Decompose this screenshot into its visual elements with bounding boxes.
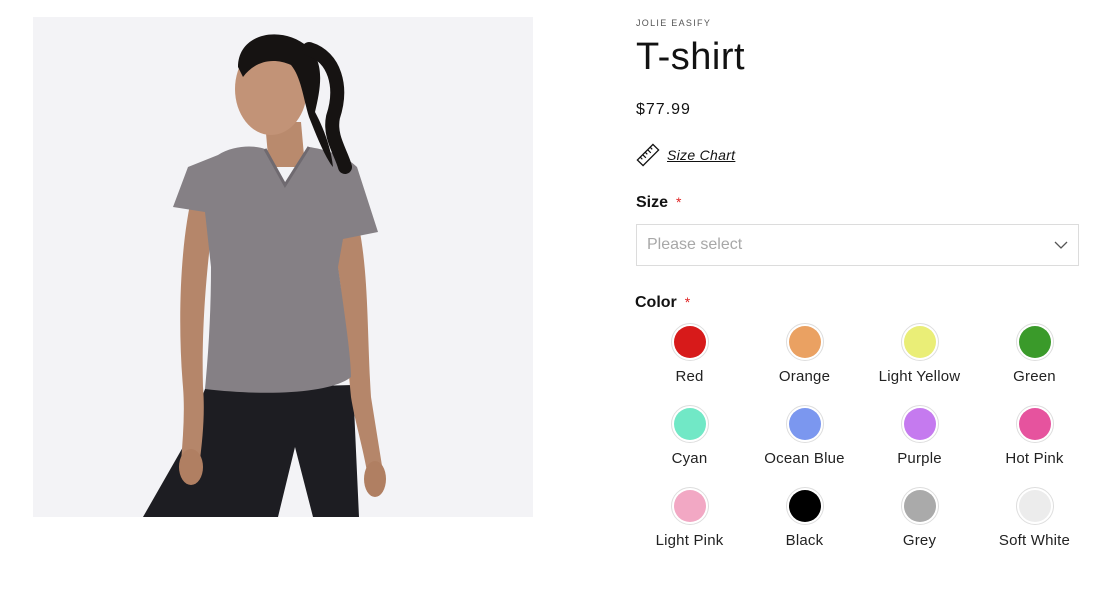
size-chart-link[interactable]: Size Chart: [636, 143, 735, 167]
color-swatch-label: Purple: [897, 450, 942, 467]
color-swatch[interactable]: Red: [628, 323, 751, 385]
product-title: T-shirt: [636, 36, 746, 78]
chevron-down-icon: [1054, 241, 1068, 249]
color-swatch-label: Hot Pink: [1005, 450, 1064, 467]
color-swatch-label: Soft White: [998, 532, 1071, 549]
color-swatch-dot: [1018, 408, 1051, 440]
color-swatch-ring: [900, 323, 939, 361]
color-swatch[interactable]: Grey: [858, 487, 981, 549]
color-swatch[interactable]: Orange: [743, 323, 866, 385]
color-swatch-ring: [670, 323, 709, 361]
color-swatch-label: Grey: [902, 532, 937, 549]
color-swatch-dot: [1018, 490, 1051, 522]
color-label: Color *: [635, 294, 690, 312]
size-chart-label: Size Chart: [667, 147, 736, 163]
color-swatch[interactable]: Hot Pink: [973, 405, 1096, 467]
color-swatch-ring: [1015, 405, 1054, 443]
color-swatch-label: Light Yellow: [878, 368, 961, 385]
product-photo: [33, 17, 533, 517]
color-swatch-ring: [670, 405, 709, 443]
color-swatch[interactable]: Soft White: [973, 487, 1096, 549]
color-swatch-ring: [785, 487, 824, 525]
color-swatch-ring: [900, 487, 939, 525]
color-swatch[interactable]: Light Yellow: [858, 323, 981, 385]
color-swatch-dot: [673, 408, 706, 440]
color-swatch-ring: [1015, 323, 1054, 361]
color-swatch-ring: [900, 405, 939, 443]
color-swatch-dot: [788, 408, 821, 440]
color-swatch-ring: [1015, 487, 1054, 525]
size-label: Size *: [636, 194, 681, 212]
color-swatch-ring: [785, 405, 824, 443]
color-swatch-label: Black: [785, 532, 824, 549]
color-swatch-ring: [785, 323, 824, 361]
color-swatch-label: Light Pink: [655, 532, 724, 549]
color-swatch-dot: [673, 326, 706, 358]
color-swatch-dot: [788, 490, 821, 522]
size-required-mark: *: [676, 194, 682, 210]
color-swatch-ring: [670, 487, 709, 525]
color-swatch-label: Cyan: [671, 450, 708, 467]
product-image[interactable]: [33, 17, 533, 517]
color-swatch-dot: [1018, 326, 1051, 358]
color-swatch-grid: Red Orange Light Yellow Green Cyan Ocean Blue…: [636, 323, 1096, 549]
color-swatch-dot: [673, 490, 706, 522]
color-swatch-label: Orange: [778, 368, 831, 385]
color-label-text: Color: [635, 294, 677, 311]
color-required-mark: *: [684, 294, 691, 310]
product-vendor: JOLIE EASIFY: [636, 18, 712, 28]
color-swatch[interactable]: Ocean Blue: [743, 405, 866, 467]
product-price: $77.99: [636, 101, 691, 118]
color-swatch-label: Green: [1013, 368, 1056, 385]
size-select[interactable]: Please select: [636, 224, 1079, 266]
size-select-placeholder: Please select: [647, 236, 743, 253]
color-swatch-dot: [903, 490, 936, 522]
color-swatch[interactable]: Green: [973, 323, 1096, 385]
color-swatch-label: Ocean Blue: [764, 450, 845, 467]
color-swatch-dot: [903, 326, 936, 358]
color-swatch-dot: [788, 326, 821, 358]
color-swatch-label: Red: [675, 368, 704, 385]
color-swatch[interactable]: Black: [743, 487, 866, 549]
color-swatch-dot: [903, 408, 936, 440]
ruler-icon: [636, 143, 660, 167]
size-label-text: Size: [636, 194, 669, 211]
color-swatch[interactable]: Cyan: [628, 405, 751, 467]
color-swatch[interactable]: Purple: [858, 405, 981, 467]
color-swatch[interactable]: Light Pink: [628, 487, 751, 549]
